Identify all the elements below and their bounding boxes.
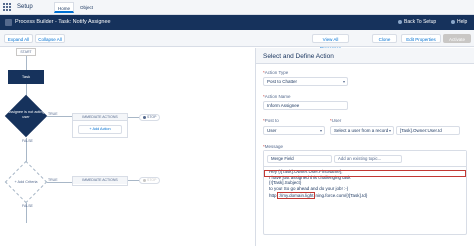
connector-line [47, 116, 72, 117]
setup-bar: Setup Home Object Manager▾ [0, 0, 474, 21]
merge-field-button[interactable]: Merge Field [267, 155, 332, 163]
post-to-select[interactable]: User ▾ [263, 126, 325, 135]
action-name-value: Inform Assignee [267, 103, 300, 108]
clone-button[interactable]: Clone [372, 34, 397, 43]
add-criteria-label[interactable]: + Add Criteria [7, 180, 45, 185]
action-name-input[interactable]: Inform Assignee [263, 101, 348, 110]
action-type-label: *Action Type [263, 70, 288, 75]
action-name-label: *Action Name [263, 94, 291, 99]
page-title: Process Builder - Task: Notify Assignee [15, 19, 111, 25]
action-name-label-text: Action Name [264, 94, 291, 99]
toolbar: Expand All Collapse All View All Process… [0, 30, 474, 51]
action-panel-title: Select and Define Action [263, 53, 334, 60]
connector-line [128, 117, 139, 118]
stop-node: STOP [139, 114, 161, 121]
back-to-setup-label: Back To Setup [404, 19, 437, 25]
post-to-label-text: Post to [264, 118, 279, 123]
expand-all-button[interactable]: Expand All [4, 34, 33, 43]
highlight-box [264, 170, 466, 177]
help-label: Help [457, 19, 468, 25]
connector-line [128, 180, 139, 181]
help-button[interactable]: Help [451, 19, 467, 25]
tab-object-manager[interactable]: Object Manager▾ [77, 2, 115, 21]
back-icon [398, 19, 402, 24]
true-label: TRUE [48, 178, 58, 182]
add-action-button[interactable]: + Add Action [78, 125, 122, 134]
url-domain-highlight: ://my.domain.light [276, 192, 316, 200]
post-to-value: User [267, 128, 277, 133]
true-label: TRUE [48, 112, 58, 116]
user-source-select[interactable]: Select a user from a record ▾ [330, 126, 394, 135]
chevron-down-icon: ▾ [342, 79, 345, 84]
user-source-value: Select a user from a record [334, 128, 389, 133]
back-to-setup-button[interactable]: Back To Setup [398, 19, 436, 25]
activate-button[interactable]: Activate [443, 34, 471, 43]
stop-node: STOP [139, 177, 161, 184]
user-label-text: User [331, 118, 342, 123]
immediate-actions-header: IMMEDIATE ACTIONS [73, 114, 127, 121]
message-line: to you! So go ahead and do your job! :-) [269, 185, 349, 191]
stop-label: STOP [147, 115, 157, 119]
start-node: START [16, 48, 36, 56]
stop-icon [143, 115, 146, 119]
message-url-line: http://my.domain.light ning.force.com/{![… [269, 192, 463, 200]
connector-line [47, 182, 72, 183]
tab-home[interactable]: Home [54, 2, 74, 13]
url-prefix: http [269, 193, 277, 199]
action-type-value: Post to Chatter [267, 79, 298, 84]
immediate-actions-panel-2: IMMEDIATE ACTIONS [72, 176, 128, 186]
process-canvas[interactable]: START Task Assignee is not acting user T… [0, 48, 255, 246]
user-field-value: [Task].Owner:User.Id [400, 128, 442, 133]
process-builder-icon [5, 19, 12, 26]
chevron-down-icon: ▾ [388, 128, 391, 133]
false-label: FALSE [22, 204, 33, 208]
false-label: FALSE [22, 139, 33, 143]
object-node[interactable]: Task [8, 70, 44, 84]
collapse-all-button[interactable]: Collapse All [35, 34, 65, 43]
process-builder-header: Process Builder - Task: Notify Assignee … [0, 15, 474, 30]
criteria-1-label: Assignee is not acting user [7, 110, 45, 119]
user-label: *User [330, 118, 341, 123]
stop-icon [143, 178, 146, 182]
help-icon [451, 19, 455, 24]
action-type-label-text: Action Type [264, 70, 289, 75]
post-to-label: *Post to [263, 118, 279, 123]
user-field-input[interactable]: [Task].Owner:User.Id [396, 126, 460, 135]
action-type-select[interactable]: Post to Chatter ▾ [263, 77, 348, 86]
chevron-down-icon: ▾ [319, 128, 322, 133]
message-toolbar: Merge Field Add an existing topic... [264, 151, 466, 167]
message-label-text: Message [264, 144, 284, 149]
edit-properties-button[interactable]: Edit Properties [401, 34, 441, 43]
immediate-actions-header: IMMEDIATE ACTIONS [73, 177, 127, 184]
stop-label: STOP [147, 178, 157, 182]
tab-home-label: Home [58, 6, 71, 11]
immediate-actions-panel: IMMEDIATE ACTIONS + Add Action [72, 113, 128, 138]
message-editor[interactable]: Merge Field Add an existing topic... Hey… [263, 150, 467, 235]
action-panel-header: Select and Define Action [256, 48, 474, 64]
url-suffix: ning.force.com/{![Task].Id} [315, 193, 368, 199]
add-topic-input[interactable]: Add an existing topic... [334, 155, 402, 163]
setup-label: Setup [17, 4, 33, 10]
view-all-processes-button[interactable]: View All Processes [312, 34, 349, 51]
message-label: *Message [263, 144, 283, 149]
app-launcher-icon[interactable] [3, 3, 11, 11]
